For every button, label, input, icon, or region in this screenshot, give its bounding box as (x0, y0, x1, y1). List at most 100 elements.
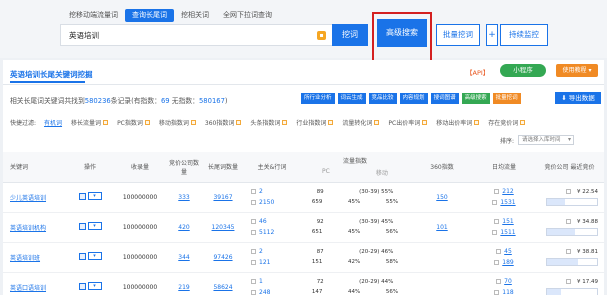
filter-text[interactable]: 流量转化词 (342, 118, 372, 127)
add-button[interactable]: + (486, 24, 498, 46)
bid-companies-link[interactable]: 344 (178, 254, 189, 261)
indexed-cell: 100000000 (113, 182, 167, 213)
mini-program-button[interactable]: 小程序 (500, 64, 546, 77)
batch-dig-button[interactable]: 批量挖词 (436, 24, 480, 46)
api-link[interactable]: 【API】 (466, 67, 489, 77)
col-flow[interactable]: 流量指数 PC 移动 (299, 152, 411, 183)
keyword-link[interactable]: 英语口语培训 (10, 285, 46, 292)
col-bid-companies[interactable]: 竞价公司数量 (167, 152, 201, 183)
daily-value-a[interactable]: 45 (504, 248, 512, 255)
search-input-value[interactable]: 英语培训 (69, 30, 99, 41)
tool-button[interactable]: 高级搜索 (461, 93, 490, 104)
filter-item[interactable]: 移动指数词 (159, 118, 196, 127)
search-input[interactable]: 英语培训 ▪ (60, 24, 332, 46)
filter-item[interactable]: 行业指数词 (296, 118, 334, 127)
bid-companies-link[interactable]: 333 (178, 194, 189, 201)
monitor-button[interactable]: 持续监控 (500, 24, 548, 46)
col-bid[interactable]: 竞价公司 最近竞价 (535, 152, 604, 183)
longtail-link[interactable]: 58624 (213, 284, 232, 291)
s360-link[interactable]: 101 (436, 224, 447, 231)
col-longtail[interactable]: 长尾词数量 (201, 152, 245, 183)
daily-value-a[interactable]: 212 (502, 188, 513, 195)
main-value-a[interactable]: 2 (259, 188, 263, 195)
filter-item[interactable]: 头条指数词 (250, 118, 288, 127)
sort-label: 排序: (500, 137, 515, 145)
sort-select[interactable]: 请选择入库时间 (518, 135, 575, 145)
tool-button[interactable]: 所行业分析 (301, 93, 335, 104)
bid-bar-fill (547, 258, 578, 265)
filter-item[interactable]: 流量转化词 (342, 118, 380, 127)
tool-button[interactable]: 搜词图谱 (430, 93, 459, 104)
daily-value-a[interactable]: 151 (502, 218, 513, 225)
filter-item[interactable]: 移长流量词 (71, 118, 109, 127)
keyword-link[interactable]: 英语培训机构 (10, 225, 46, 232)
longtail-link[interactable]: 39167 (213, 194, 232, 201)
tool-button[interactable]: 词云生成 (337, 93, 366, 104)
daily-value-b[interactable]: 1511 (500, 229, 515, 236)
main-value-a[interactable]: 46 (259, 218, 267, 225)
copy-icon[interactable] (78, 222, 86, 230)
filter-item[interactable]: PC出价率词 (388, 118, 428, 127)
dig-button[interactable]: 挖词 (332, 24, 368, 46)
bid-companies-link[interactable]: 420 (178, 224, 189, 231)
col-daily[interactable]: 日均流量 (473, 152, 535, 183)
main-value-b[interactable]: 121 (259, 259, 270, 266)
op-dropdown[interactable]: ▾ (87, 192, 102, 201)
bid-companies-link[interactable]: 219 (178, 284, 189, 291)
filter-text[interactable]: 存在竞价词 (488, 118, 518, 127)
copy-icon[interactable] (78, 282, 86, 290)
filter-text[interactable]: 移动指数词 (159, 118, 189, 127)
copy-icon[interactable] (78, 252, 86, 260)
longtail-link[interactable]: 120345 (212, 224, 235, 231)
main-value-b[interactable]: 2150 (259, 199, 274, 206)
tab-related[interactable]: 挖相关词 (174, 9, 216, 22)
filter-text[interactable]: 头条指数词 (250, 118, 280, 127)
daily-value-b[interactable]: 118 (502, 289, 513, 295)
help-button[interactable]: 使用教程 ▾ (556, 64, 598, 77)
daily-value-a[interactable]: 70 (504, 278, 512, 285)
col-indexed[interactable]: 收录量 (113, 152, 167, 183)
bid-price: ¥ 34.88 (577, 218, 598, 225)
filter-text[interactable]: 有机词 (44, 118, 62, 127)
main-value-a[interactable]: 1 (259, 278, 263, 285)
filter-text[interactable]: 360指数词 (205, 118, 234, 127)
tool-button[interactable]: 竞品比较 (368, 93, 397, 104)
s360-link[interactable]: 150 (436, 194, 447, 201)
bid-bar-fill (547, 288, 561, 295)
mobile-icon (492, 230, 498, 235)
tool-button[interactable]: 内容规划 (399, 93, 428, 104)
main-value-a[interactable]: 2 (259, 248, 263, 255)
col-main[interactable]: 主关&行词 (245, 152, 299, 183)
filter-item[interactable]: 有机词 (44, 118, 62, 127)
advanced-search-button[interactable]: 高级搜索 (377, 19, 427, 47)
filter-text[interactable]: PC指数词 (117, 118, 143, 127)
daily-value-b[interactable]: 1531 (500, 199, 515, 206)
filter-item[interactable]: 360指数词 (205, 118, 242, 127)
longtail-link[interactable]: 97426 (213, 254, 232, 261)
tab-dropdown[interactable]: 全网下拉词查询 (216, 9, 279, 22)
main-value-b[interactable]: 248 (259, 289, 270, 295)
tab-longtail[interactable]: 查询长尾词 (125, 9, 174, 22)
col-keyword[interactable]: 关键词 (3, 152, 67, 183)
filter-item[interactable]: 移动出价率词 (436, 118, 480, 127)
pc-icon (566, 249, 571, 254)
op-dropdown[interactable]: ▾ (87, 282, 102, 291)
export-button[interactable]: ⬇ 导出数据 (555, 92, 601, 104)
copy-icon[interactable] (78, 192, 86, 200)
daily-value-b[interactable]: 189 (502, 259, 513, 266)
op-dropdown[interactable]: ▾ (87, 222, 102, 231)
main-value-b[interactable]: 5112 (259, 229, 274, 236)
filter-text[interactable]: 移动出价率词 (436, 118, 472, 127)
tag-icon[interactable]: ▪ (317, 31, 326, 40)
keyword-link[interactable]: 英语培训班 (10, 255, 40, 262)
filter-text[interactable]: PC出价率词 (388, 118, 420, 127)
filter-text[interactable]: 行业指数词 (296, 118, 326, 127)
filter-item[interactable]: PC指数词 (117, 118, 150, 127)
tab-mobile-traffic[interactable]: 挖移动端流量词 (62, 9, 125, 22)
op-dropdown[interactable]: ▾ (87, 252, 102, 261)
col-360[interactable]: 360指数 (411, 152, 473, 183)
keyword-link[interactable]: 少儿英语培训 (10, 195, 46, 202)
tool-button[interactable]: 批量挖词 (492, 93, 521, 104)
filter-item[interactable]: 存在竞价词 (488, 118, 526, 127)
filter-text[interactable]: 移长流量词 (71, 118, 101, 127)
